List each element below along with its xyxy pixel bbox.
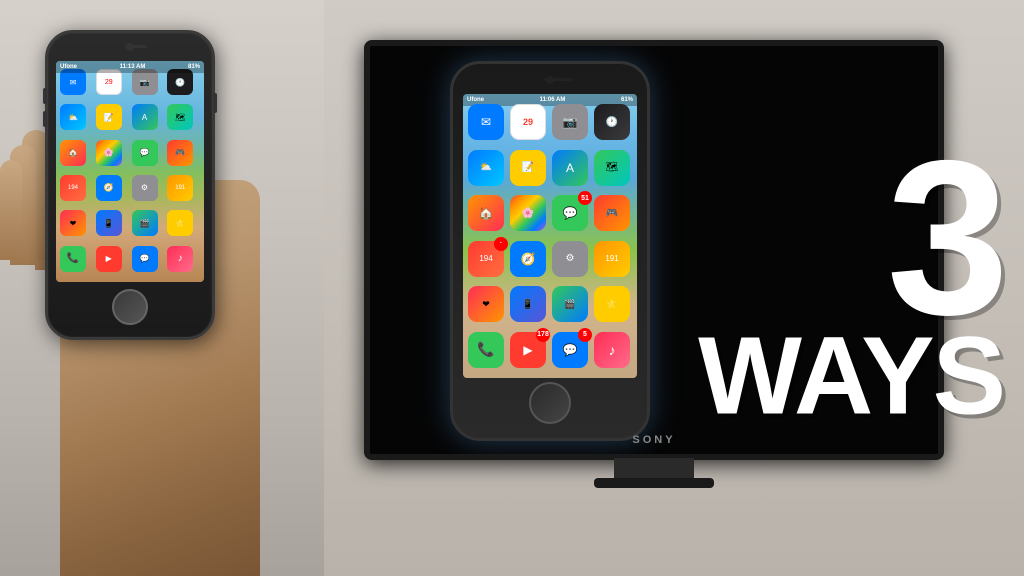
app-notes: 📝 [510, 150, 546, 186]
app-photos: 🌸 [510, 195, 546, 231]
h-phone: 📞 [60, 246, 86, 272]
app-messages: 💬51 [552, 195, 588, 231]
h-settings: ⚙ [132, 175, 158, 201]
h-home: 🏠 [60, 140, 86, 166]
app-maps: 🗺 [594, 150, 630, 186]
hand-area: Ufone 11:13 AM 81% ✉ 29 📷 🕐 ⛅ 📝 A 🗺 🏠 🌸 … [0, 0, 290, 576]
app-messenger: 💬5 [552, 332, 588, 368]
app-folder3: 📱 [510, 286, 546, 322]
big-ways: WAYS [698, 322, 1004, 432]
h-msngr: 💬 [132, 246, 158, 272]
app-appstore: A [552, 150, 588, 186]
app-grid-hand: ✉ 29 📷 🕐 ⛅ 📝 A 🗺 🏠 🌸 💬 🎮 194 🧭 ⚙ 191 [56, 61, 204, 282]
iphone-on-tv: Ufone 11:06 AM 61% ✉ 29 📷 🕐 [450, 61, 650, 441]
h-yt: ▶ [96, 246, 122, 272]
app-folder1: 194· [468, 241, 504, 277]
h-video: 🎬 [132, 210, 158, 236]
tv-stand [614, 458, 694, 480]
volume-up [43, 88, 47, 104]
app-entertainment: ⭐ [594, 286, 630, 322]
sony-logo: SONY [632, 434, 675, 446]
app-videography: 🎬 [552, 286, 588, 322]
h-f1: 194 [60, 175, 86, 201]
tv-iphone-home-btn [529, 382, 571, 424]
battery: 81% [188, 64, 200, 70]
scene: Ufone 11:06 AM 61% ✉ 29 📷 🕐 [0, 0, 1024, 576]
h-msgs: 💬 [132, 140, 158, 166]
volume-down [43, 111, 47, 127]
h-weather: ⛅ [60, 104, 86, 130]
h-notes: 📝 [96, 104, 122, 130]
app-web1: 🧭 [510, 241, 546, 277]
h-games: 🎮 [167, 140, 193, 166]
title-overlay: 3 WAYS [698, 145, 1004, 432]
tv-stand-base [594, 478, 714, 488]
app-youtube: ▶178 [510, 332, 546, 368]
status-bar: Ufone 11:13 AM 81% [56, 61, 204, 73]
app-clock: 🕐 [594, 104, 630, 140]
iphone-speaker [125, 45, 147, 48]
tv-app-grid: ✉ 29 📷 🕐 ⛅ 📝 A 🗺 🏠 [463, 94, 637, 378]
carrier: Ufone [60, 64, 77, 70]
app-folder2: 191 [594, 241, 630, 277]
tv-iphone-screen: Ufone 11:06 AM 61% ✉ 29 📷 🕐 [463, 94, 637, 378]
tv-time: 11:06 AM [540, 97, 566, 103]
h-maps: 🗺 [167, 104, 193, 130]
h-lifestyle: ❤ [60, 210, 86, 236]
h-f3: 📱 [96, 210, 122, 236]
app-music: ♪ [594, 332, 630, 368]
time: 11:13 AM [120, 64, 146, 70]
h-appstore: A [132, 104, 158, 130]
app-home: 🏠 [468, 195, 504, 231]
h-photos: 🌸 [96, 140, 122, 166]
app-weather: ⛅ [468, 150, 504, 186]
tv-iphone-speaker [544, 78, 572, 81]
app-games: 🎮 [594, 195, 630, 231]
app-calendar: 29 [510, 104, 546, 140]
power-btn [213, 93, 217, 113]
big-number: 3 [698, 145, 1004, 332]
h-safari: 🧭 [96, 175, 122, 201]
iphone-screen: Ufone 11:13 AM 81% ✉ 29 📷 🕐 ⛅ 📝 A 🗺 🏠 🌸 … [56, 61, 204, 282]
tv-battery: 61% [621, 97, 633, 103]
app-mail: ✉ [468, 104, 504, 140]
iphone-in-hand: Ufone 11:13 AM 81% ✉ 29 📷 🕐 ⛅ 📝 A 🗺 🏠 🌸 … [45, 30, 215, 340]
h-ent: ⭐ [167, 210, 193, 236]
h-f2: 191 [167, 175, 193, 201]
app-phone: 📞 [468, 332, 504, 368]
finger-4 [0, 160, 22, 260]
tv-carrier: Ufone [467, 97, 484, 103]
h-music: ♪ [167, 246, 193, 272]
app-web2: ⚙ [552, 241, 588, 277]
app-camera: 📷 [552, 104, 588, 140]
iphone-home-btn [112, 289, 148, 325]
app-lifestyle: ❤ [468, 286, 504, 322]
